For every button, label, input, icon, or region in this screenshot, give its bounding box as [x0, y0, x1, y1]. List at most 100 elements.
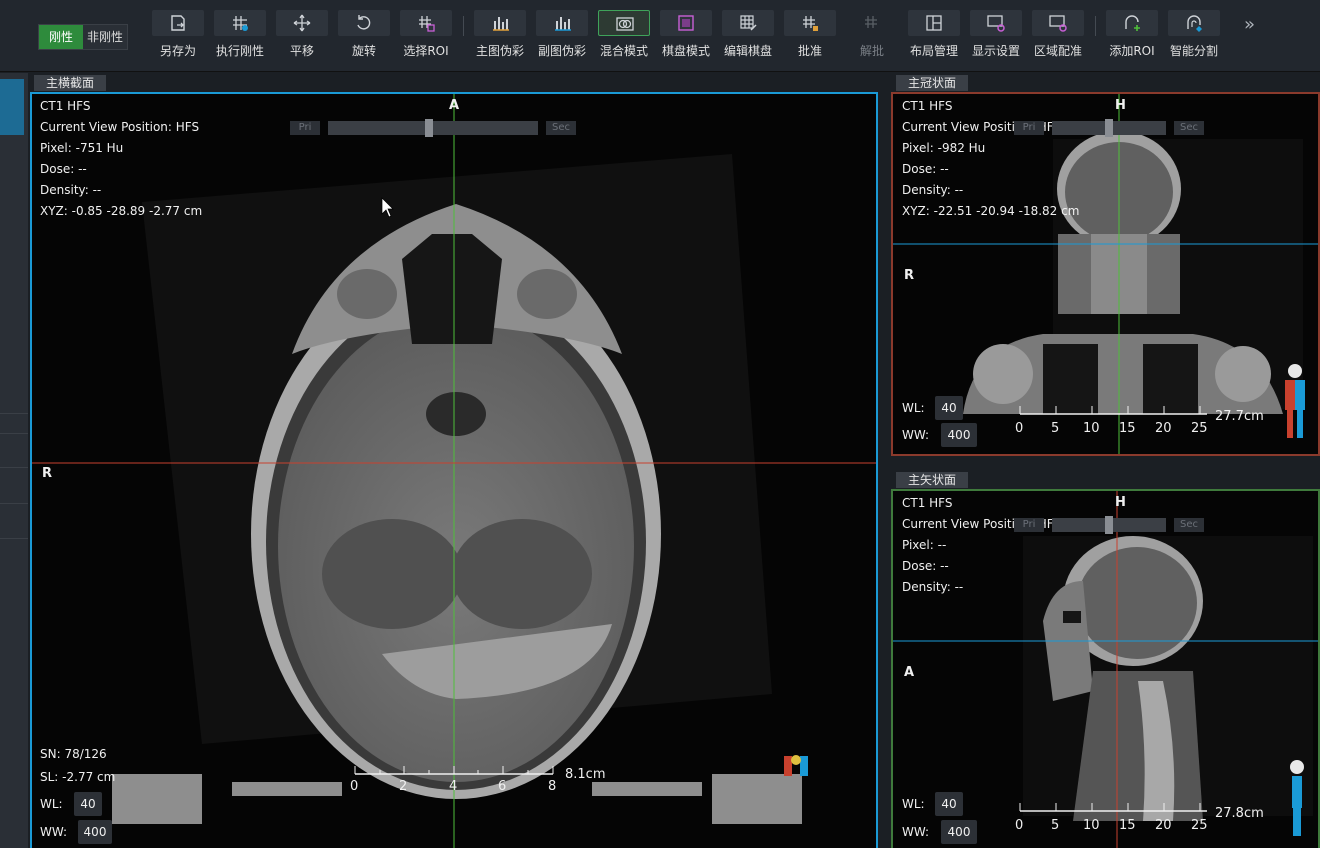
primary-button[interactable]: Pri	[1014, 121, 1044, 135]
approve-icon	[784, 10, 836, 36]
primary-button[interactable]: Pri	[1014, 518, 1044, 532]
blend-mode-label: 混合模式	[599, 44, 648, 58]
toolbar-divider	[1095, 16, 1096, 36]
orientation-mannequin-icon	[1290, 760, 1304, 836]
blend-slider[interactable]: Pri Sec	[290, 119, 576, 137]
region-registration-button[interactable]: 区域配准	[1030, 10, 1086, 64]
rotate-label: 旋转	[351, 44, 376, 58]
display-settings-label: 显示设置	[971, 44, 1020, 58]
ruler-tick-label: 10	[1083, 421, 1100, 436]
layout-button[interactable]: 布局管理	[906, 10, 962, 64]
blend-mode-button[interactable]: 混合模式	[596, 10, 652, 64]
translate-button[interactable]: 平移	[274, 10, 330, 64]
unapprove-button[interactable]: 解批	[844, 10, 900, 64]
ruler-tick-label: 15	[1119, 421, 1136, 436]
window-level-input[interactable]: 40	[935, 792, 963, 816]
divider	[0, 433, 28, 434]
ruler-tick-label: 2	[399, 779, 407, 794]
window-level-input[interactable]: 40	[935, 396, 963, 420]
primary-pseudocolor-button[interactable]: 主图伪彩	[472, 10, 528, 64]
execute-rigid-button[interactable]: 执行刚性	[212, 10, 268, 64]
smart-segmentation-icon	[1168, 10, 1220, 36]
blend-slider[interactable]: Pri Sec	[1014, 119, 1218, 137]
rotate-button[interactable]: 旋转	[336, 10, 392, 64]
save-as-button[interactable]: 另存为	[150, 10, 206, 64]
sagittal-viewport[interactable]: 0 5 10 15 20 25 27.8cm CT1 HFS Current V…	[891, 489, 1320, 848]
orientation-mannequin-icon	[784, 755, 808, 776]
left-side-panel	[0, 73, 28, 848]
add-roi-button[interactable]: 添加ROI	[1104, 10, 1160, 64]
save-as-icon	[152, 10, 204, 36]
ruler-tick-label: 15	[1119, 818, 1136, 833]
approve-label: 批准	[797, 44, 822, 58]
edit-checkerboard-button[interactable]: 编辑棋盘	[720, 10, 776, 64]
select-roi-label: 选择ROI	[403, 44, 449, 58]
dose-value: Dose: --	[902, 162, 949, 176]
right-label: R	[42, 466, 53, 481]
smart-segmentation-button[interactable]: 智能分割	[1166, 10, 1222, 64]
ruler-tick-label: 20	[1155, 421, 1172, 436]
divider	[0, 413, 28, 414]
secondary-button[interactable]: Sec	[1174, 518, 1204, 532]
transverse-view-tab[interactable]: 主横截面	[34, 75, 107, 91]
checkerboard-mode-label: 棋盘模式	[661, 44, 710, 58]
slider-thumb[interactable]	[1105, 516, 1113, 534]
display-settings-button[interactable]: 显示设置	[968, 10, 1024, 64]
window-width-input[interactable]: 400	[941, 423, 977, 447]
anterior-label: A	[449, 98, 460, 113]
primary-pseudocolor-icon	[474, 10, 526, 36]
approve-button[interactable]: 批准	[782, 10, 838, 64]
slider-track[interactable]	[328, 121, 538, 135]
density-value: Density: --	[902, 580, 964, 594]
pixel-value: Pixel: -751 Hu	[40, 141, 124, 155]
nonrigid-mode-button[interactable]: 非刚性	[83, 25, 127, 49]
select-roi-icon	[400, 10, 452, 36]
ruler-tick-label: 6	[498, 779, 506, 794]
transverse-viewport[interactable]: 0 2 4 6 8 8.1cm CT1 HFS Current View Pos…	[30, 92, 878, 848]
slider-thumb[interactable]	[1105, 119, 1113, 137]
secondary-pseudocolor-button[interactable]: 副图伪彩	[534, 10, 590, 64]
secondary-pseudocolor-icon	[536, 10, 588, 36]
selected-strip-item[interactable]	[0, 79, 24, 135]
ruler-tick-label: 5	[1051, 421, 1059, 436]
pixel-value: Pixel: --	[902, 538, 947, 552]
ruler-tick-label: 20	[1155, 818, 1172, 833]
slider-thumb[interactable]	[424, 119, 433, 137]
rigid-mode-button[interactable]: 刚性	[39, 25, 83, 49]
xyz-coordinates: XYZ: -0.85 -28.89 -2.77 cm	[40, 204, 203, 218]
window-width-input[interactable]: 400	[941, 820, 977, 844]
window-width-label: WW:	[40, 825, 68, 839]
unapprove-icon	[846, 10, 898, 36]
secondary-button[interactable]: Sec	[1174, 121, 1204, 135]
select-roi-button[interactable]: 选择ROI	[398, 10, 454, 64]
edit-checkerboard-label: 编辑棋盘	[723, 44, 772, 58]
execute-rigid-label: 执行刚性	[215, 44, 264, 58]
primary-button[interactable]: Pri	[290, 121, 320, 135]
more-tools-icon[interactable]: »	[1244, 14, 1255, 35]
window-width-label: WW:	[902, 428, 930, 442]
checkerboard-mode-button[interactable]: 棋盘模式	[658, 10, 714, 64]
window-level-input[interactable]: 40	[74, 792, 102, 816]
display-settings-icon	[970, 10, 1022, 36]
coronal-view-tab[interactable]: 主冠状面	[896, 75, 969, 91]
checkerboard-mode-icon	[660, 10, 712, 36]
ruler-length-label: 27.7cm	[1215, 409, 1264, 424]
ruler-tick-label: 25	[1191, 421, 1208, 436]
secondary-button[interactable]: Sec	[546, 121, 576, 135]
ruler-tick-label: 0	[1015, 818, 1023, 833]
coronal-viewport[interactable]: 0 5 10 15 20 25 27.7cm CT1 HFS Current V…	[891, 92, 1320, 456]
save-as-label: 另存为	[159, 44, 196, 58]
ruler-tick-label: 8	[548, 779, 556, 794]
translate-icon	[276, 10, 328, 36]
window-width-input[interactable]: 400	[78, 820, 112, 844]
sagittal-view-tab[interactable]: 主矢状面	[896, 472, 969, 488]
toolbar: 刚性 非刚性 另存为 执行刚性 平移 旋转 选择ROI 主图伪彩 副图伪彩 混合…	[0, 0, 1320, 72]
window-width-label: WW:	[902, 825, 930, 839]
divider	[0, 467, 28, 468]
unapprove-label: 解批	[859, 44, 884, 58]
blend-slider[interactable]: Pri Sec	[1014, 516, 1218, 534]
secondary-pseudocolor-label: 副图伪彩	[537, 44, 586, 58]
anterior-label: A	[904, 665, 915, 680]
head-label: H	[1115, 495, 1126, 510]
translate-label: 平移	[289, 44, 314, 58]
